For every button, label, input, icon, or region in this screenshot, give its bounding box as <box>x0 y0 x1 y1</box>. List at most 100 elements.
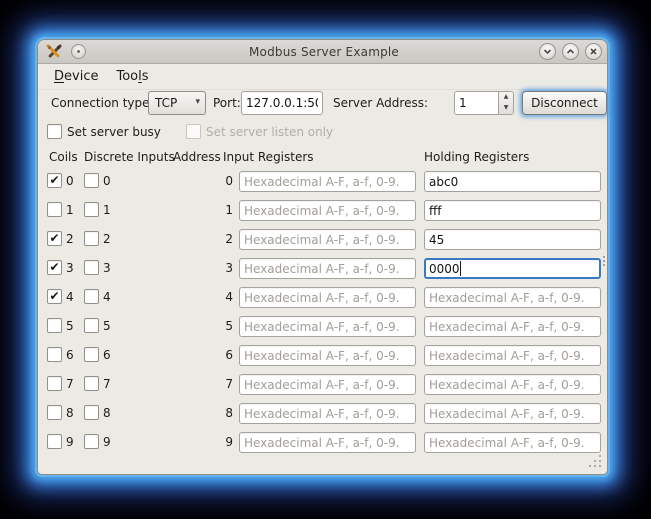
holding-register-field[interactable] <box>424 171 601 192</box>
port-label: Port: <box>213 91 241 115</box>
coil-checkbox[interactable] <box>47 318 62 333</box>
address-value: 7 <box>188 377 233 391</box>
titlebar-buttons <box>472 43 602 60</box>
server-address-input[interactable] <box>455 92 498 114</box>
input-register-field[interactable] <box>239 345 416 366</box>
set-server-listen-only-checkbox <box>186 124 201 139</box>
address-value: 8 <box>188 406 233 420</box>
menu-tools[interactable]: Tools <box>107 66 157 87</box>
port-input[interactable] <box>241 91 323 115</box>
address-value: 3 <box>188 261 233 275</box>
resize-grip-icon[interactable] <box>586 452 603 469</box>
coil-checkbox[interactable] <box>47 376 62 391</box>
holding-register-field[interactable] <box>424 287 601 308</box>
input-register-field[interactable] <box>239 258 416 279</box>
holding-register-field[interactable] <box>424 200 601 221</box>
titlebar-left <box>46 44 176 60</box>
input-register-field[interactable] <box>239 403 416 424</box>
coil-checkbox[interactable]: ✔ <box>47 260 62 275</box>
connection-type-value: TCP <box>155 96 177 110</box>
coil-checkbox[interactable] <box>47 347 62 362</box>
server-address-spinbox[interactable]: ▲ ▼ <box>454 91 514 115</box>
coil-label: 1 <box>66 202 74 218</box>
coil-label: 3 <box>66 260 74 276</box>
register-row: 1 1 1 <box>38 200 607 221</box>
holding-register-field[interactable] <box>424 403 601 424</box>
coil-label: 6 <box>66 347 74 363</box>
header-address: Address <box>173 150 221 164</box>
register-row: 5 5 5 <box>38 316 607 337</box>
coil-label: 4 <box>66 289 74 305</box>
input-register-field[interactable] <box>239 374 416 395</box>
pin-dot-icon[interactable] <box>71 44 86 59</box>
discrete-input-checkbox[interactable] <box>84 405 99 420</box>
holding-register-field[interactable] <box>424 432 601 453</box>
discrete-input-checkbox[interactable] <box>84 231 99 246</box>
spin-buttons[interactable]: ▲ ▼ <box>498 92 513 114</box>
set-server-busy-checkbox[interactable] <box>47 124 62 139</box>
input-register-field[interactable] <box>239 316 416 337</box>
discrete-input-label: 3 <box>103 260 111 276</box>
spin-up-icon[interactable]: ▲ <box>499 92 513 103</box>
discrete-input-checkbox[interactable] <box>84 289 99 304</box>
input-register-field[interactable] <box>239 171 416 192</box>
discrete-input-checkbox[interactable] <box>84 202 99 217</box>
input-register-field[interactable] <box>239 200 416 221</box>
coil-label: 0 <box>66 173 74 189</box>
disconnect-button[interactable]: Disconnect <box>522 91 607 115</box>
maximize-button[interactable] <box>562 43 579 60</box>
holding-register-field[interactable] <box>424 345 601 366</box>
holding-register-field[interactable] <box>424 229 601 250</box>
discrete-input-checkbox[interactable] <box>84 347 99 362</box>
coil-label: 2 <box>66 231 74 247</box>
register-row: 9 9 9 <box>38 432 607 453</box>
holding-register-field[interactable] <box>424 316 601 337</box>
close-icon <box>588 46 599 57</box>
address-value: 6 <box>188 348 233 362</box>
discrete-input-label: 6 <box>103 347 111 363</box>
close-button[interactable] <box>585 43 602 60</box>
register-row: ✔ 3 3 3 <box>38 258 607 279</box>
register-row: ✔ 0 0 0 <box>38 171 607 192</box>
titlebar[interactable]: Modbus Server Example <box>38 40 607 64</box>
header-coils: Coils <box>49 150 78 164</box>
set-server-busy-label: Set server busy <box>67 124 161 140</box>
coil-checkbox[interactable]: ✔ <box>47 289 62 304</box>
register-row: ✔ 4 4 4 <box>38 287 607 308</box>
menu-device[interactable]: Device <box>45 66 107 87</box>
discrete-input-checkbox[interactable] <box>84 318 99 333</box>
address-value: 1 <box>188 203 233 217</box>
coil-checkbox[interactable] <box>47 405 62 420</box>
coil-label: 9 <box>66 434 74 450</box>
server-address-label: Server Address: <box>333 91 428 115</box>
chevron-up-icon <box>565 46 576 57</box>
coil-label: 5 <box>66 318 74 334</box>
discrete-input-checkbox[interactable] <box>84 173 99 188</box>
window-title: Modbus Server Example <box>176 45 472 59</box>
coil-checkbox[interactable]: ✔ <box>47 231 62 246</box>
register-row: 6 6 6 <box>38 345 607 366</box>
holding-register-field[interactable] <box>424 374 601 395</box>
text-caret <box>460 261 461 276</box>
discrete-input-checkbox[interactable] <box>84 260 99 275</box>
discrete-input-label: 9 <box>103 434 111 450</box>
coil-checkbox[interactable] <box>47 202 62 217</box>
register-row: 7 7 7 <box>38 374 607 395</box>
input-register-field[interactable] <box>239 287 416 308</box>
connection-type-select[interactable]: TCP ▾ <box>148 91 206 115</box>
scrollbar-grip-dots-icon[interactable] <box>602 254 606 268</box>
register-row: 8 8 8 <box>38 403 607 424</box>
spin-down-icon[interactable]: ▼ <box>499 103 513 114</box>
discrete-input-label: 8 <box>103 405 111 421</box>
input-register-field[interactable] <box>239 229 416 250</box>
shade-button[interactable] <box>539 43 556 60</box>
discrete-input-checkbox[interactable] <box>84 434 99 449</box>
set-server-listen-only-label: Set server listen only <box>206 124 333 140</box>
discrete-input-label: 4 <box>103 289 111 305</box>
coil-checkbox[interactable]: ✔ <box>47 173 62 188</box>
discrete-input-checkbox[interactable] <box>84 376 99 391</box>
coil-checkbox[interactable] <box>47 434 62 449</box>
discrete-input-label: 7 <box>103 376 111 392</box>
holding-register-field[interactable] <box>424 258 601 279</box>
input-register-field[interactable] <box>239 432 416 453</box>
